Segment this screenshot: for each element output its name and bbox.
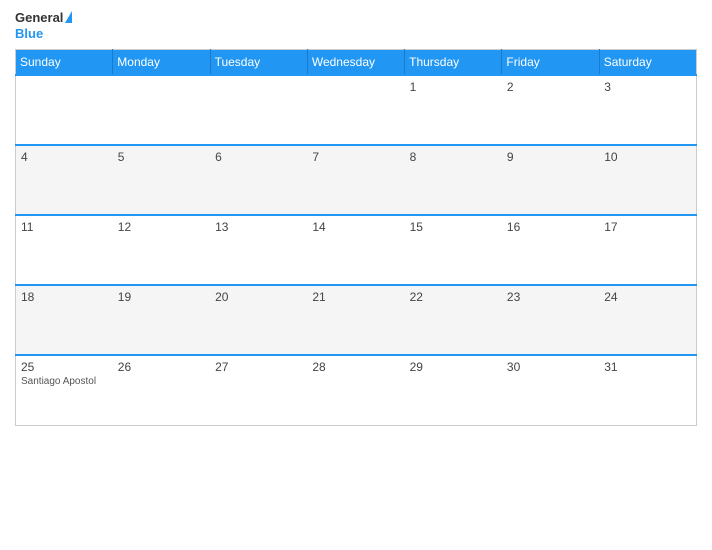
calendar-container: General Blue SundayMondayTuesdayWednesda… [0, 0, 712, 550]
calendar-body: 1234567891011121314151617181920212223242… [16, 75, 697, 425]
day-number: 26 [118, 360, 205, 374]
calendar-cell: 4 [16, 145, 113, 215]
day-number: 5 [118, 150, 205, 164]
calendar-cell: 18 [16, 285, 113, 355]
calendar-cell: 31 [599, 355, 696, 425]
weekday-header-tuesday: Tuesday [210, 50, 307, 76]
calendar-cell: 22 [405, 285, 502, 355]
calendar-cell: 14 [307, 215, 404, 285]
calendar-cell: 11 [16, 215, 113, 285]
day-number: 30 [507, 360, 594, 374]
day-number: 13 [215, 220, 302, 234]
day-number: 15 [410, 220, 497, 234]
calendar-cell: 27 [210, 355, 307, 425]
calendar-cell: 23 [502, 285, 599, 355]
calendar-cell: 2 [502, 75, 599, 145]
logo-blue-text: Blue [15, 26, 72, 42]
calendar-cell [307, 75, 404, 145]
day-number: 14 [312, 220, 399, 234]
header: General Blue [15, 10, 697, 41]
calendar-cell: 13 [210, 215, 307, 285]
calendar-cell: 1 [405, 75, 502, 145]
week-row-2: 456789 10 [16, 145, 697, 215]
day-number: 6 [215, 150, 302, 164]
calendar-cell: 9 [502, 145, 599, 215]
day-number: 28 [312, 360, 399, 374]
day-number: 10 [604, 150, 691, 164]
day-number: 16 [507, 220, 594, 234]
calendar-cell: 15 [405, 215, 502, 285]
week-row-5: 25 Santiago Apostol 26 27 28 29 30 31 [16, 355, 697, 425]
calendar-cell: 3 [599, 75, 696, 145]
calendar-cell: 5 [113, 145, 210, 215]
calendar-cell: 24 [599, 285, 696, 355]
day-number: 27 [215, 360, 302, 374]
day-number: 1 [410, 80, 497, 94]
day-number: 2 [507, 80, 594, 94]
calendar-cell: 10 [599, 145, 696, 215]
day-number: 4 [21, 150, 108, 164]
calendar-table: SundayMondayTuesdayWednesdayThursdayFrid… [15, 49, 697, 426]
calendar-cell: 21 [307, 285, 404, 355]
day-number: 19 [118, 290, 205, 304]
calendar-cell: 26 [113, 355, 210, 425]
calendar-cell: 30 [502, 355, 599, 425]
calendar-cell: 12 [113, 215, 210, 285]
day-number: 12 [118, 220, 205, 234]
week-row-3: 11 12 13 14 15 16 17 [16, 215, 697, 285]
day-number: 24 [604, 290, 691, 304]
logo-triangle-icon [65, 11, 72, 23]
calendar-cell: 19 [113, 285, 210, 355]
calendar-cell: 25 Santiago Apostol [16, 355, 113, 425]
logo: General Blue [15, 10, 72, 41]
day-number: 17 [604, 220, 691, 234]
calendar-cell: 8 [405, 145, 502, 215]
calendar-cell: 29 [405, 355, 502, 425]
week-row-4: 18 19 20 21 22 23 24 [16, 285, 697, 355]
day-number: 18 [21, 290, 108, 304]
calendar-cell: 20 [210, 285, 307, 355]
calendar-cell: 17 [599, 215, 696, 285]
week-row-1: 123 [16, 75, 697, 145]
day-number: 20 [215, 290, 302, 304]
weekday-header-saturday: Saturday [599, 50, 696, 76]
day-number: 23 [507, 290, 594, 304]
day-event: Santiago Apostol [21, 376, 108, 387]
weekday-header-monday: Monday [113, 50, 210, 76]
calendar-cell: 16 [502, 215, 599, 285]
calendar-cell [113, 75, 210, 145]
calendar-cell: 6 [210, 145, 307, 215]
calendar-cell [210, 75, 307, 145]
day-number: 7 [312, 150, 399, 164]
day-number: 9 [507, 150, 594, 164]
calendar-cell: 7 [307, 145, 404, 215]
calendar-cell [16, 75, 113, 145]
day-number: 29 [410, 360, 497, 374]
weekday-header-wednesday: Wednesday [307, 50, 404, 76]
calendar-cell: 28 [307, 355, 404, 425]
weekday-header-thursday: Thursday [405, 50, 502, 76]
day-number: 31 [604, 360, 691, 374]
day-number: 3 [604, 80, 691, 94]
day-number: 22 [410, 290, 497, 304]
day-number: 21 [312, 290, 399, 304]
logo-general-text: General [15, 10, 63, 26]
weekday-header-row: SundayMondayTuesdayWednesdayThursdayFrid… [16, 50, 697, 76]
day-number: 25 [21, 360, 108, 374]
weekday-header-sunday: Sunday [16, 50, 113, 76]
day-number: 11 [21, 220, 108, 234]
weekday-header-friday: Friday [502, 50, 599, 76]
day-number: 8 [410, 150, 497, 164]
